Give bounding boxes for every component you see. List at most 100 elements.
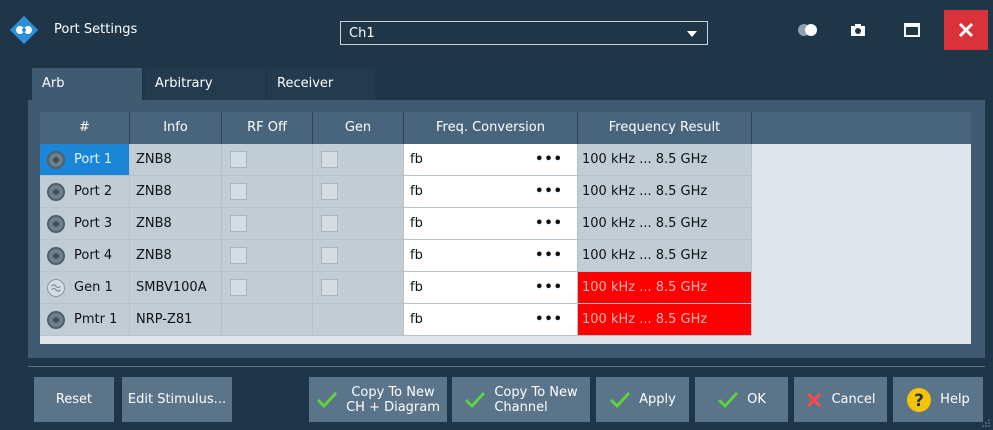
more-options-button[interactable]: ••• (535, 304, 563, 335)
checkmark-icon (718, 391, 739, 408)
checkmark-icon (465, 391, 486, 408)
gen-checkbox[interactable] (321, 215, 338, 232)
tab-receiver-level[interactable]: Receiver Level (267, 68, 375, 123)
reset-button[interactable]: Reset (34, 377, 114, 422)
help-button-label: Help (940, 392, 970, 407)
table-row[interactable]: Port 4 ZNB8 fb ••• 100 kHz ... 8.5 GHz (40, 240, 752, 272)
copy-channel-label-line2: Channel (494, 399, 548, 415)
freq-conversion-value: fb (410, 280, 423, 295)
column-header-gen: Gen (313, 112, 404, 144)
port-cell[interactable]: Port 3 (40, 208, 130, 240)
rf-off-cell (222, 304, 313, 336)
edit-stimulus-button-label: Edit Stimulus... (127, 392, 227, 407)
copy-ch-diagram-label-line2: CH + Diagram (346, 399, 440, 415)
port-cell[interactable]: Port 1 (40, 144, 130, 176)
checkmark-icon (610, 391, 631, 408)
table-row[interactable]: Port 1 ZNB8 fb ••• 100 kHz ... 8.5 GHz (40, 144, 752, 176)
freq-conversion-cell[interactable]: fb ••• (404, 208, 578, 240)
info-cell: ZNB8 (130, 176, 222, 208)
gen-checkbox[interactable] (321, 279, 338, 296)
channel-select[interactable]: Ch1 (340, 21, 708, 45)
info-cell: ZNB8 (130, 240, 222, 272)
chevron-down-icon (687, 31, 697, 37)
copy-to-new-channel-button[interactable]: Copy To New Channel (452, 377, 590, 422)
port-connector-icon (47, 247, 65, 265)
more-options-button[interactable]: ••• (535, 144, 563, 175)
frequency-result-cell: 100 kHz ... 8.5 GHz (578, 304, 752, 336)
tab-arbitrary-power[interactable]: Arbitrary Power (145, 68, 265, 123)
frequency-result-cell: 100 kHz ... 8.5 GHz (578, 272, 752, 304)
ok-button-label: OK (747, 392, 766, 407)
rf-off-cell (222, 272, 313, 304)
toggle-icon (798, 24, 817, 36)
maximize-icon (904, 23, 920, 37)
reset-button-label: Reset (55, 392, 93, 407)
ok-button[interactable]: OK (695, 377, 788, 422)
channel-select-value: Ch1 (349, 26, 375, 41)
info-cell: NRP-Z81 (130, 304, 222, 336)
column-header-number: # (40, 112, 130, 144)
apply-button[interactable]: Apply (596, 377, 689, 422)
svg-text:?: ? (914, 391, 924, 411)
rf-off-cell (222, 176, 313, 208)
copy-to-new-ch-diagram-button[interactable]: Copy To New CH + Diagram (309, 377, 447, 422)
more-options-button[interactable]: ••• (535, 272, 563, 303)
cancel-button[interactable]: Cancel (794, 377, 887, 422)
resize-grip-icon[interactable] (981, 418, 991, 428)
port-label: Pmtr 1 (74, 312, 118, 327)
port-label: Port 3 (74, 216, 113, 231)
port-connector-icon (47, 183, 65, 201)
info-cell: SMBV100A (130, 272, 222, 304)
port-cell[interactable]: Port 2 (40, 176, 130, 208)
port-label: Gen 1 (74, 280, 113, 295)
close-button[interactable] (944, 10, 988, 50)
app-logo-icon (10, 16, 38, 44)
transparency-toggle-button[interactable] (786, 10, 830, 50)
port-cell[interactable]: Port 4 (40, 240, 130, 272)
rf-off-checkbox[interactable] (230, 247, 247, 264)
tab-arb-frequency[interactable]: Arb Frequency (32, 68, 142, 123)
freq-conversion-value: fb (410, 184, 423, 199)
column-header-info: Info (130, 112, 222, 144)
freq-conversion-cell[interactable]: fb ••• (404, 240, 578, 272)
more-options-button[interactable]: ••• (535, 240, 563, 271)
port-connector-icon (47, 215, 65, 233)
column-header-freq-conversion: Freq. Conversion (404, 112, 578, 144)
freq-conversion-value: fb (410, 248, 423, 263)
port-cell[interactable]: Gen 1 (40, 272, 130, 304)
table-row[interactable]: Port 3 ZNB8 fb ••• 100 kHz ... 8.5 GHz (40, 208, 752, 240)
title-bar: Port Settings Ch1 (0, 0, 993, 60)
gen-cell (313, 304, 404, 336)
gen-checkbox[interactable] (321, 151, 338, 168)
port-cell[interactable]: Pmtr 1 (40, 304, 130, 336)
table-row[interactable]: Pmtr 1 NRP-Z81 fb ••• 100 kHz ... 8.5 GH… (40, 304, 752, 336)
maximize-button[interactable] (890, 10, 934, 50)
more-options-button[interactable]: ••• (535, 176, 563, 207)
freq-conversion-cell[interactable]: fb ••• (404, 272, 578, 304)
cross-icon (807, 392, 822, 407)
freq-conversion-cell[interactable]: fb ••• (404, 176, 578, 208)
rf-off-checkbox[interactable] (230, 215, 247, 232)
table-row[interactable]: Gen 1 SMBV100A fb ••• 100 kHz ... 8.5 GH… (40, 272, 752, 304)
edit-stimulus-button[interactable]: Edit Stimulus... (122, 377, 232, 422)
table-row[interactable]: Port 2 ZNB8 fb ••• 100 kHz ... 8.5 GHz (40, 176, 752, 208)
gen-checkbox[interactable] (321, 247, 338, 264)
freq-conversion-cell[interactable]: fb ••• (404, 304, 578, 336)
gen-cell (313, 176, 404, 208)
gen-cell (313, 208, 404, 240)
screenshot-button[interactable] (836, 10, 880, 50)
port-label: Port 4 (74, 248, 113, 263)
gen-checkbox[interactable] (321, 183, 338, 200)
freq-conversion-value: fb (410, 216, 423, 231)
freq-conversion-cell[interactable]: fb ••• (404, 144, 578, 176)
port-label: Port 2 (74, 184, 113, 199)
help-button[interactable]: ? Help (893, 377, 983, 422)
column-header-frequency-result: Frequency Result (578, 112, 752, 144)
cancel-button-label: Cancel (831, 392, 876, 407)
rf-off-checkbox[interactable] (230, 279, 247, 296)
rf-off-checkbox[interactable] (230, 151, 247, 168)
more-options-button[interactable]: ••• (535, 208, 563, 239)
generator-icon (47, 279, 65, 297)
apply-button-label: Apply (639, 392, 676, 407)
rf-off-checkbox[interactable] (230, 183, 247, 200)
